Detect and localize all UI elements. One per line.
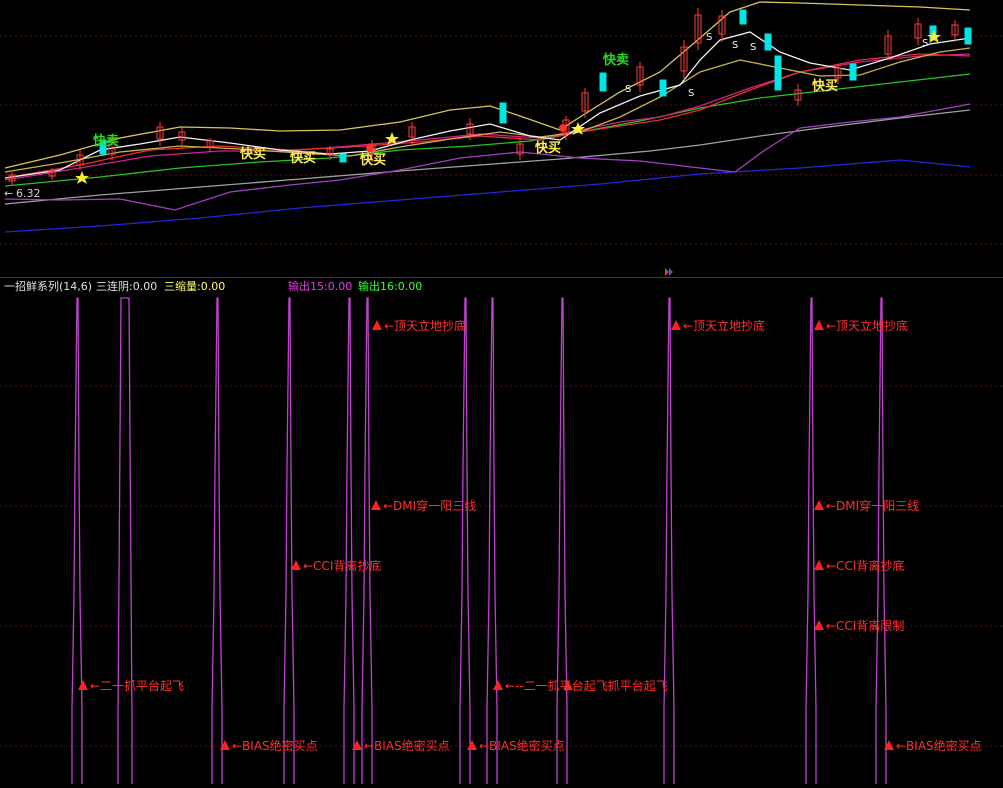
sell-s-marker: S — [732, 40, 738, 51]
signal-fast-buy: 快买 — [535, 140, 561, 156]
indicator-pane[interactable]: 一招鲜系列(14,6) 三连阴:0.00 三缩量:0.00 输出15:0.00 … — [0, 278, 1003, 784]
buy-arrow-icon — [371, 500, 381, 510]
spike-line — [663, 297, 675, 784]
signal-fast-buy: 快买 — [360, 152, 386, 168]
indicator-value-3: 输出15:0.00 — [288, 279, 352, 293]
star-markers — [75, 30, 941, 184]
buy-arrow-icon — [291, 560, 301, 570]
buy-arrow-icon — [671, 320, 681, 330]
indicator-svg: 一招鲜系列(14,6) 三连阴:0.00 三缩量:0.00 输出15:0.00 … — [0, 279, 1003, 784]
ma-magenta-line — [4, 53, 971, 181]
candle-down — [764, 33, 772, 51]
annotation-label: ←CCI背离抄底 — [303, 558, 381, 573]
annotation-label: ←--二一抓平台起飞抓平台起飞 — [505, 678, 668, 693]
annotation-label: ←CCI背离限制 — [826, 618, 904, 633]
candlesticks — [8, 8, 972, 185]
annotation-label: ←顶天立地抄底 — [683, 318, 765, 333]
spike-line — [459, 297, 471, 784]
spike-line — [486, 297, 498, 784]
spike-line — [283, 297, 295, 784]
candle-down — [599, 72, 607, 92]
sell-s-marker: S — [688, 88, 694, 99]
ma-red-line — [4, 53, 971, 179]
price-label: 6.32 — [16, 187, 41, 200]
annotation-label: ←BIAS绝密买点 — [364, 738, 450, 753]
sell-s-marker: S — [750, 42, 756, 53]
spike-line — [556, 297, 568, 784]
indicator-value-4: 输出16:0.00 — [358, 279, 422, 293]
candle-down — [964, 27, 972, 45]
spike-line — [117, 297, 133, 784]
sell-s-marker: S — [625, 84, 631, 95]
scroll-right-icon-2[interactable] — [669, 268, 673, 276]
sell-s-marker: S — [922, 38, 928, 49]
ma-purple-line — [4, 103, 971, 211]
buy-arrow-icon — [467, 740, 477, 750]
buy-arrow-icon — [78, 680, 88, 690]
indicator-value-1: 三连阴:0.00 — [96, 280, 157, 293]
star-icon — [75, 171, 89, 184]
buy-arrow-icon — [372, 320, 382, 330]
sell-s-marker: S — [706, 32, 712, 43]
spike-line — [343, 297, 355, 784]
price-arrow-label: ← — [4, 187, 13, 200]
marker-dot — [366, 144, 374, 152]
signal-spikes — [71, 297, 887, 784]
candle-down — [339, 153, 347, 163]
annotation-label: ←CCI背离抄底 — [826, 558, 904, 573]
buy-arrow-icon — [814, 500, 824, 510]
buy-arrow-icon — [814, 560, 824, 570]
buy-triangles — [78, 320, 894, 750]
annotation-label: ←二一抓平台起飞 — [90, 678, 184, 693]
signal-markers: 快卖 快卖 快买 快买 快买 快买 快买 S S S S S S — [75, 30, 941, 184]
candle-down — [849, 63, 857, 81]
spike-line — [805, 297, 817, 784]
signal-fast-sell: 快卖 — [603, 52, 629, 68]
kline-chart-svg: 快卖 快卖 快买 快买 快买 快买 快买 S S S S S S ← 6.32 — [0, 1, 1003, 276]
signal-annotations: ←顶天立地抄底 ←顶天立地抄底 ←顶天立地抄底 ←DMI穿一阳三线 ←DMI穿一… — [90, 318, 982, 753]
spike-line — [71, 297, 83, 784]
annotation-label: ←顶天立地抄底 — [384, 318, 466, 333]
marker-dot — [559, 124, 567, 132]
spike-line — [361, 297, 373, 784]
candle-down — [774, 55, 782, 91]
signal-fast-buy: 快买 — [290, 150, 316, 166]
buy-arrow-icon — [814, 320, 824, 330]
kline-chart-pane[interactable]: 快卖 快卖 快买 快买 快买 快买 快买 S S S S S S ← 6.32 — [0, 0, 1003, 277]
signal-fast-sell: 快卖 — [93, 133, 119, 149]
annotation-label: ←顶天立地抄底 — [826, 318, 908, 333]
annotation-label: ←DMI穿一阳三线 — [826, 498, 919, 513]
candle-down — [739, 9, 747, 25]
annotation-label: ←BIAS绝密买点 — [896, 738, 982, 753]
spike-line — [875, 297, 887, 784]
star-icon — [927, 30, 941, 43]
signal-fast-buy: 快买 — [812, 78, 838, 94]
annotation-label: ←DMI穿一阳三线 — [383, 498, 476, 513]
indicator-name: 一招鲜系列(14,6) — [4, 279, 92, 293]
spike-line — [211, 297, 223, 784]
buy-arrow-icon — [814, 620, 824, 630]
scroll-right-icon[interactable] — [665, 268, 669, 276]
annotation-label: ←BIAS绝密买点 — [232, 738, 318, 753]
buy-arrow-icon — [493, 680, 503, 690]
candle-down — [659, 79, 667, 97]
candle-down — [499, 102, 507, 124]
indicator-value-2: 三缩量:0.00 — [164, 280, 225, 293]
signal-fast-buy: 快买 — [240, 146, 266, 162]
annotation-label: ←BIAS绝密买点 — [479, 738, 565, 753]
